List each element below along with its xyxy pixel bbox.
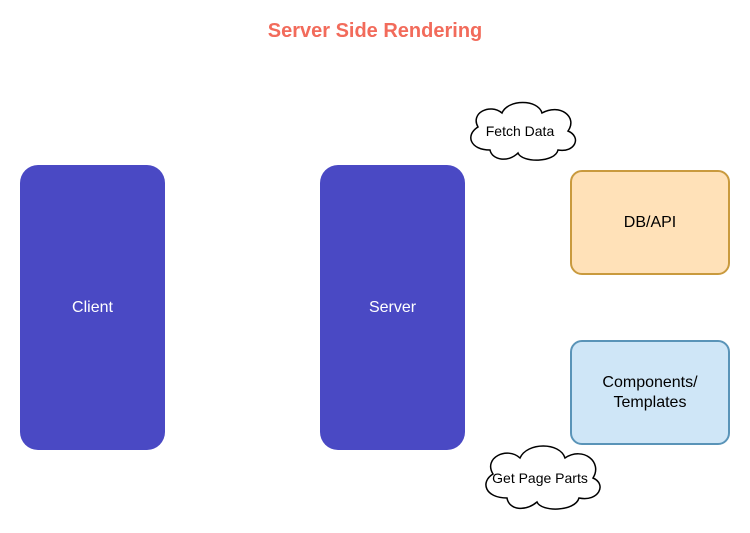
fetch-data-label: Fetch Data [460,123,580,139]
server-label: Server [369,299,416,317]
fetch-data-cloud: Fetch Data [460,95,585,165]
diagram-title: Server Side Rendering [0,20,750,43]
client-node: Client [20,165,165,450]
components-label: Components/ Templates [602,373,697,411]
components-node: Components/ Templates [570,340,730,445]
get-page-parts-cloud: Get Page Parts [475,440,610,515]
client-label: Client [72,299,113,317]
server-node: Server [320,165,465,450]
get-page-parts-label: Get Page Parts [480,470,600,486]
db-api-node: DB/API [570,170,730,275]
db-api-label: DB/API [624,214,676,232]
